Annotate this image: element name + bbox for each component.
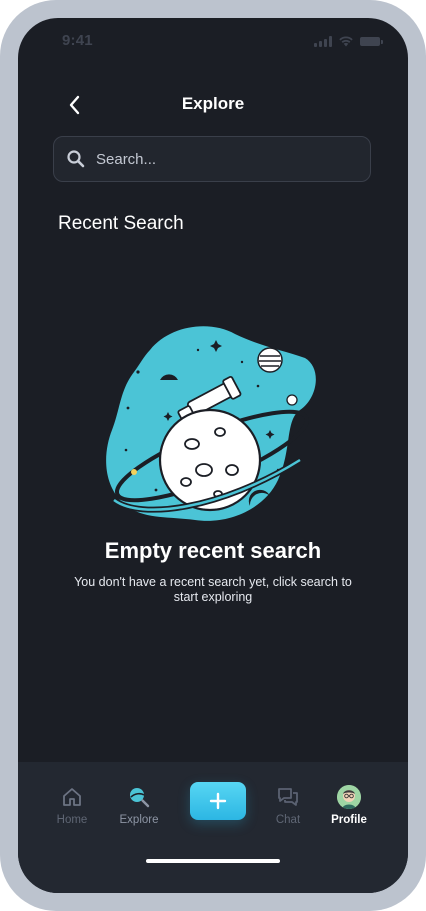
signal-icon — [314, 35, 332, 47]
search-input[interactable] — [94, 149, 358, 169]
tab-chat[interactable]: Chat — [258, 784, 318, 826]
tab-explore[interactable]: Explore — [109, 784, 169, 826]
empty-state-title: Empty recent search — [104, 538, 322, 563]
chat-icon — [275, 784, 301, 810]
screen: 9:41 Explore Search... Recent Search Emp… — [18, 18, 408, 893]
tab-profile-label: Profile — [331, 814, 367, 826]
phone-frame: 9:41 Explore Search... Recent Search Emp… — [0, 0, 426, 911]
tab-profile[interactable]: Profile — [319, 784, 379, 826]
tab-explore-label: Explore — [119, 814, 159, 826]
plus-icon — [209, 792, 227, 810]
wifi-icon — [339, 36, 353, 47]
add-button[interactable] — [190, 782, 246, 820]
search-box[interactable] — [53, 136, 371, 182]
tab-bar: Home Explore Chat Profile — [18, 762, 408, 893]
status-time: 9:41 — [62, 32, 93, 49]
avatar — [337, 785, 361, 809]
empty-state-message: You don't have a recent search yet, clic… — [74, 575, 352, 604]
home-icon — [59, 784, 85, 810]
recent-search-title: Recent Search — [58, 213, 184, 234]
page-title: Explore — [181, 94, 245, 113]
home-indicator[interactable] — [146, 859, 280, 863]
status-bar: 9:41 — [18, 18, 408, 62]
battery-icon — [360, 36, 383, 46]
search-icon — [66, 149, 86, 169]
explore-icon — [126, 784, 152, 810]
tab-chat-label: Chat — [275, 814, 301, 826]
tab-home[interactable]: Home — [42, 784, 102, 826]
planet-telescope-illustration — [100, 320, 320, 526]
tab-home-label: Home — [56, 814, 88, 826]
status-icons — [314, 34, 383, 48]
nav-header: Explore — [18, 88, 408, 122]
